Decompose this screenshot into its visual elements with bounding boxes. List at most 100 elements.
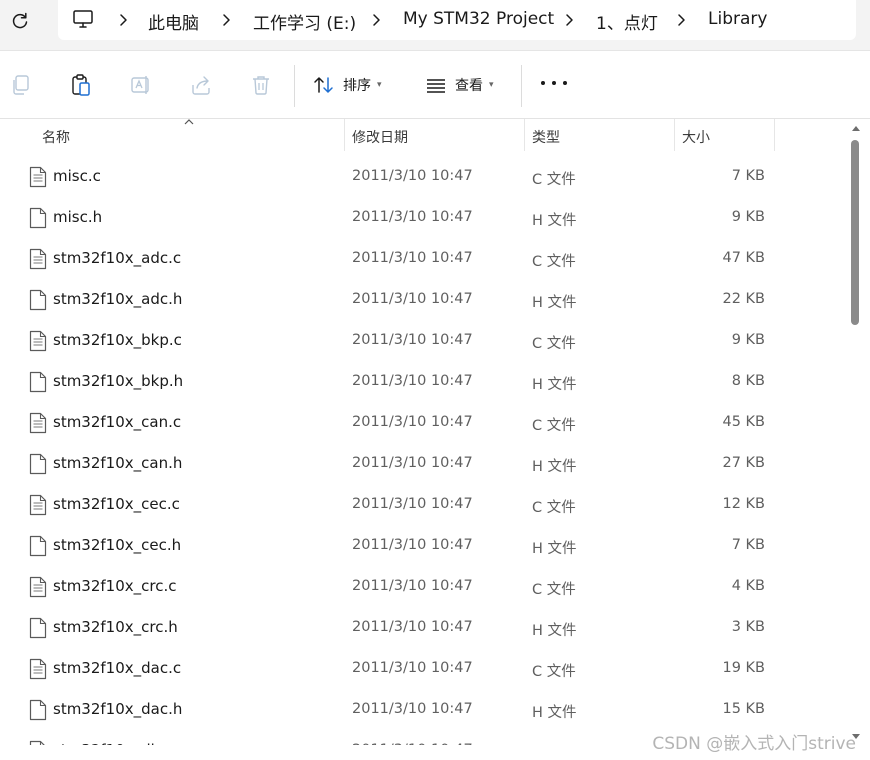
file-type: H 文件 (532, 213, 577, 229)
file-row[interactable]: stm32f10x_adc.c 2011/3/10 10:47 C 文件 47 KB (0, 237, 848, 278)
file-type: H 文件 (532, 459, 577, 475)
chevron-right-icon[interactable] (219, 11, 235, 29)
breadcrumb-this-pc[interactable]: 此电脑 (148, 9, 199, 34)
scrollbar-thumb[interactable] (851, 140, 859, 325)
file-type: H 文件 (532, 295, 577, 311)
header-file-icon (29, 371, 47, 393)
c-source-file-icon (29, 412, 47, 434)
file-name: stm32f10x_dac.h (53, 700, 183, 718)
this-pc-icon[interactable] (72, 8, 94, 30)
toolbar-separator (294, 65, 295, 107)
file-modified-date: 2011/3/10 10:47 (352, 619, 473, 635)
column-header-name[interactable]: 名称 (42, 127, 70, 147)
chevron-right-icon[interactable] (674, 11, 690, 29)
rename-icon[interactable] (129, 73, 153, 97)
more-options-icon[interactable] (541, 81, 567, 89)
file-name: stm32f10x_bkp.c (53, 331, 182, 349)
file-size: 7 KB (731, 168, 765, 184)
file-row[interactable]: stm32f10x_cec.h 2011/3/10 10:47 H 文件 7 KB (0, 524, 848, 565)
c-source-file-icon (29, 658, 47, 680)
file-type: C 文件 (532, 742, 576, 745)
file-row[interactable]: stm32f10x_dac.c 2011/3/10 10:47 C 文件 19 KB (0, 647, 848, 688)
column-divider[interactable] (344, 119, 345, 151)
c-source-file-icon (29, 494, 47, 516)
file-modified-date: 2011/3/10 10:47 (352, 496, 473, 512)
file-row[interactable]: stm32f10x_cec.c 2011/3/10 10:47 C 文件 12 KB (0, 483, 848, 524)
file-size: 22 KB (722, 291, 765, 307)
file-modified-date: 2011/3/10 10:47 (352, 537, 473, 553)
file-type: H 文件 (532, 623, 577, 639)
watermark: CSDN @嵌入式入门strive (652, 734, 856, 754)
address-bar-area: 此电脑 工作学习 (E:) My STM32 Project 1、点灯 Libr… (0, 0, 870, 51)
c-source-file-icon (29, 740, 45, 745)
file-row[interactable]: stm32f10x_can.h 2011/3/10 10:47 H 文件 27 KB (0, 442, 848, 483)
view-button[interactable]: 查看 ▾ (425, 69, 494, 101)
file-row[interactable]: stm32f10x_crc.c 2011/3/10 10:47 C 文件 4 KB (0, 565, 848, 606)
file-name: misc.h (53, 208, 103, 226)
header-file-icon (29, 535, 47, 557)
file-modified-date: 2011/3/10 10:47 (352, 414, 473, 430)
file-name: stm32f10x_can.c (53, 413, 182, 431)
file-modified-date: 2011/3/10 10:47 (352, 291, 473, 307)
breadcrumb-led-folder[interactable]: 1、点灯 (596, 9, 658, 34)
file-name: stm32f10x_adc.h (53, 290, 183, 308)
address-box[interactable]: 此电脑 工作学习 (E:) My STM32 Project 1、点灯 Libr… (58, 0, 856, 40)
file-name: misc.c (53, 167, 101, 185)
breadcrumb-stm32-project[interactable]: My STM32 Project (403, 9, 554, 29)
file-size: 9 KB (731, 209, 765, 225)
file-name: stm32f10x_adc.c (53, 249, 182, 267)
file-modified-date: 2011/3/10 10:47 (352, 742, 473, 745)
file-row[interactable]: stm32f10x_adc.h 2011/3/10 10:47 H 文件 22 KB (0, 278, 848, 319)
copy-icon[interactable] (9, 73, 33, 97)
file-row[interactable]: stm32f10x_crc.h 2011/3/10 10:47 H 文件 3 KB (0, 606, 848, 647)
file-size: 9 KB (731, 332, 765, 348)
column-header-type[interactable]: 类型 (532, 127, 560, 147)
sort-button[interactable]: 排序 ▾ (313, 69, 382, 101)
file-name: stm32f10x_dbgmcu.c (53, 741, 215, 745)
chevron-right-icon[interactable] (116, 11, 132, 29)
file-type: H 文件 (532, 705, 577, 721)
file-row[interactable]: misc.h 2011/3/10 10:47 H 文件 9 KB (0, 196, 848, 237)
refresh-button[interactable] (8, 9, 32, 33)
column-divider[interactable] (674, 119, 675, 151)
file-name: stm32f10x_bkp.h (53, 372, 184, 390)
paste-icon[interactable] (69, 73, 93, 97)
chevron-down-icon: ▾ (377, 80, 382, 90)
column-divider[interactable] (774, 119, 775, 151)
column-header-date[interactable]: 修改日期 (352, 127, 408, 147)
scroll-up-arrow-icon[interactable] (851, 124, 861, 132)
file-name: stm32f10x_can.h (53, 454, 183, 472)
refresh-icon (12, 12, 28, 29)
file-row[interactable]: stm32f10x_can.c 2011/3/10 10:47 C 文件 45 KB (0, 401, 848, 442)
delete-icon[interactable] (249, 73, 273, 97)
column-header-size[interactable]: 大小 (682, 127, 710, 147)
toolbar-separator (521, 65, 522, 107)
file-modified-date: 2011/3/10 10:47 (352, 701, 473, 717)
file-name: stm32f10x_crc.h (53, 618, 178, 636)
file-row[interactable]: stm32f10x_bkp.h 2011/3/10 10:47 H 文件 8 KB (0, 360, 848, 401)
file-type: C 文件 (532, 254, 576, 270)
chevron-right-icon[interactable] (369, 11, 385, 29)
file-size: 19 KB (722, 660, 765, 676)
column-divider[interactable] (524, 119, 525, 151)
file-type: C 文件 (532, 336, 576, 352)
breadcrumb-library[interactable]: Library (708, 9, 767, 29)
file-row[interactable]: stm32f10x_dac.h 2011/3/10 10:47 H 文件 15 KB (0, 688, 848, 729)
chevron-right-icon[interactable] (562, 11, 578, 29)
file-name: stm32f10x_cec.c (53, 495, 180, 513)
file-row[interactable]: stm32f10x_bkp.c 2011/3/10 10:47 C 文件 9 KB (0, 319, 848, 360)
file-type: H 文件 (532, 377, 577, 393)
file-size: 27 KB (722, 455, 765, 471)
file-row[interactable]: misc.c 2011/3/10 10:47 C 文件 7 KB (0, 155, 848, 196)
file-type: H 文件 (532, 541, 577, 557)
sort-label: 排序 (343, 78, 371, 94)
header-file-icon (29, 289, 47, 311)
file-modified-date: 2011/3/10 10:47 (352, 455, 473, 471)
file-type: C 文件 (532, 418, 576, 434)
file-type: C 文件 (532, 500, 576, 516)
breadcrumb-drive-e[interactable]: 工作学习 (E:) (253, 9, 356, 34)
c-source-file-icon (29, 248, 47, 270)
c-source-file-icon (29, 576, 47, 598)
file-modified-date: 2011/3/10 10:47 (352, 332, 473, 348)
share-icon[interactable] (189, 73, 213, 97)
